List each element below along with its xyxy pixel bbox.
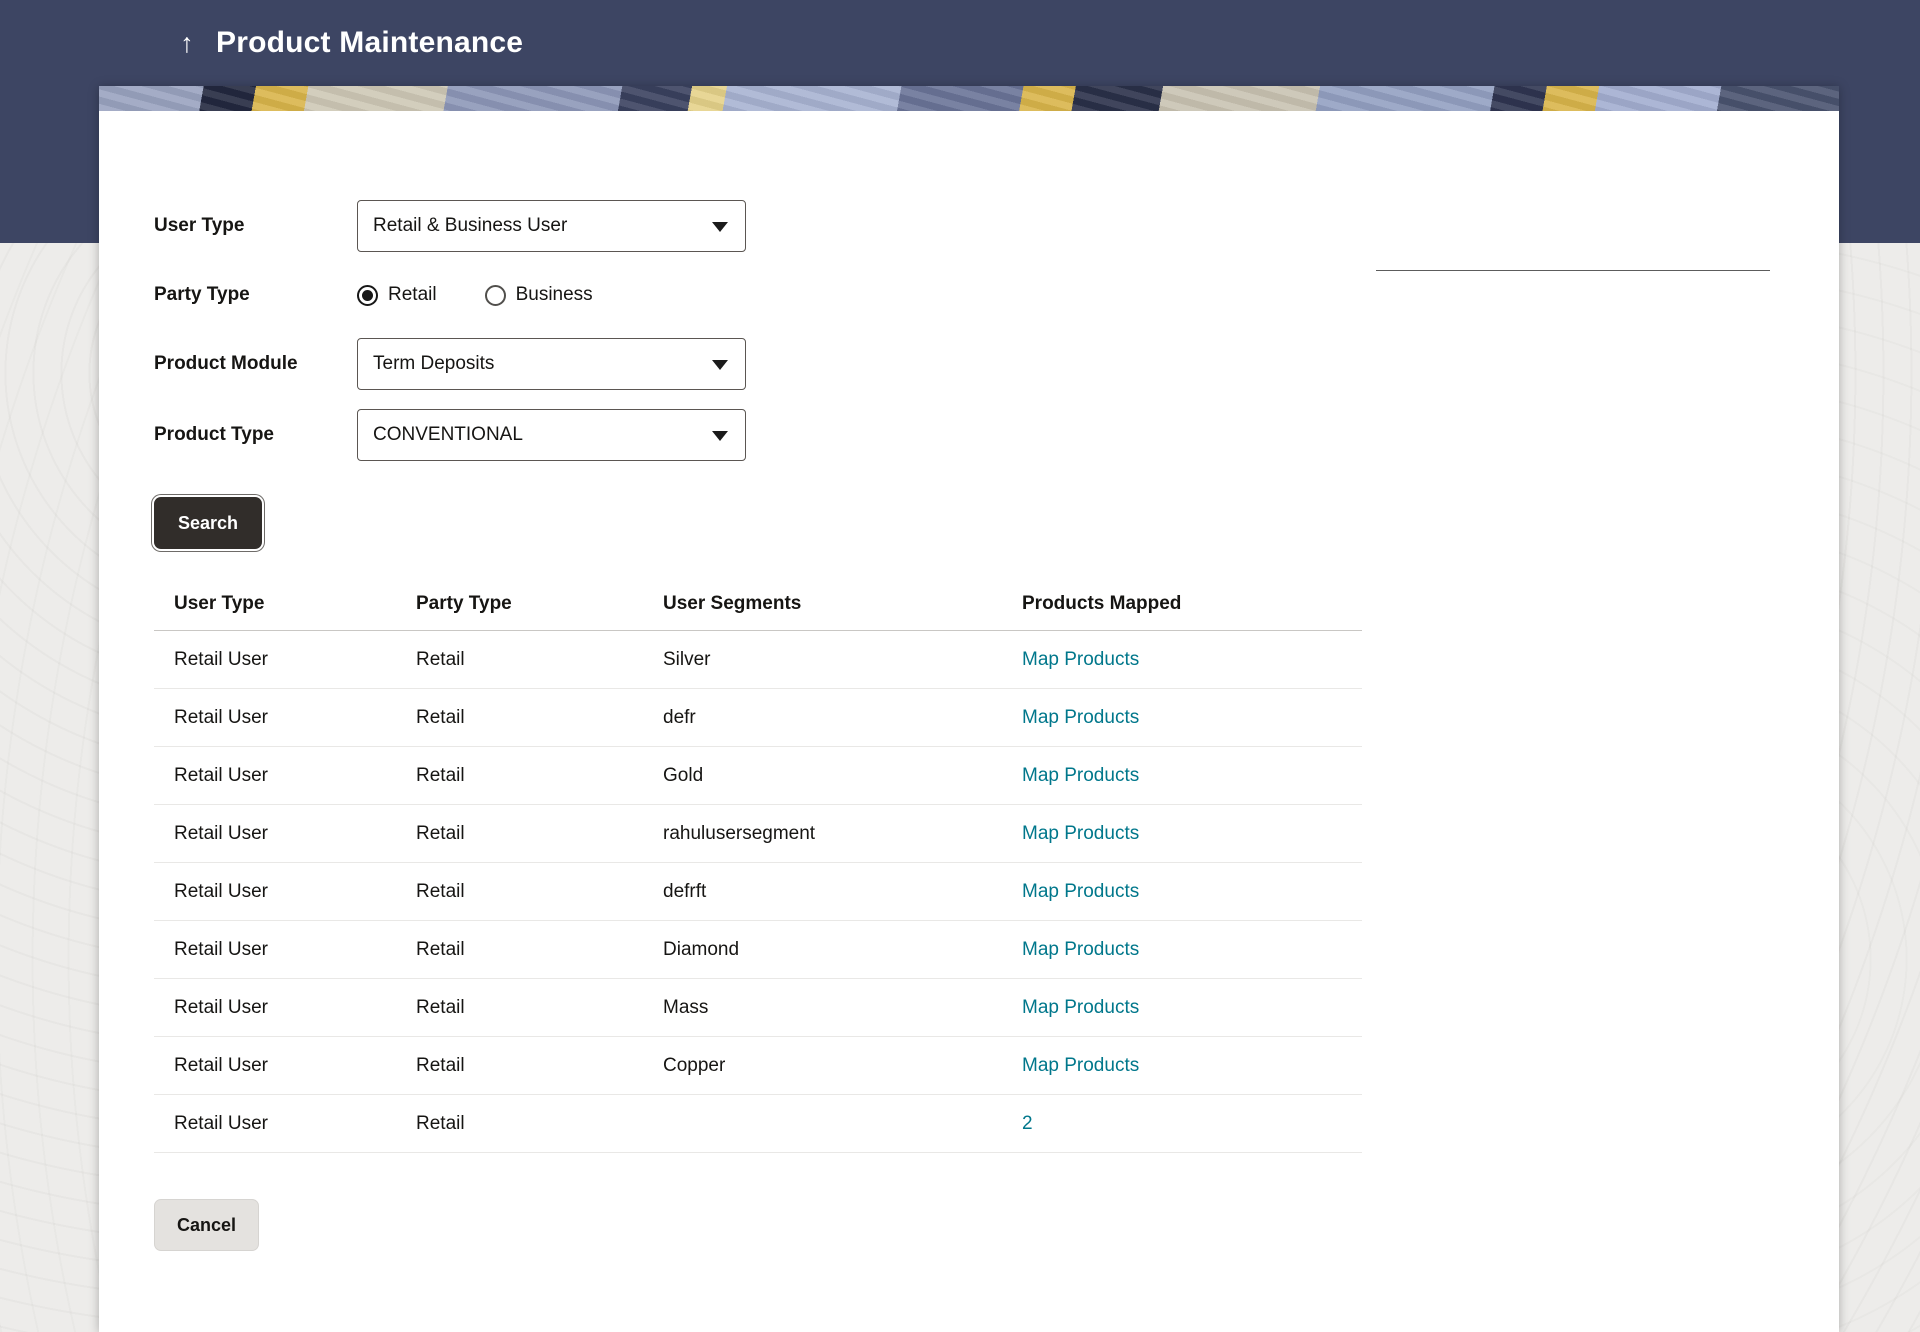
product-type-select[interactable]: CONVENTIONAL: [357, 409, 746, 461]
map-products-link[interactable]: Map Products: [1022, 823, 1362, 845]
radio-selected-icon[interactable]: [357, 285, 378, 306]
map-products-link[interactable]: Map Products: [1022, 1055, 1362, 1077]
product-module-label: Product Module: [154, 353, 357, 375]
column-header-user-segments: User Segments: [663, 593, 1022, 615]
map-products-link[interactable]: Map Products: [1022, 881, 1362, 903]
table-row: Retail User Retail rahulusersegment Map …: [154, 805, 1362, 863]
cell-party-type: Retail: [416, 939, 663, 961]
cell-user-type: Retail User: [174, 823, 416, 845]
party-type-label: Party Type: [154, 284, 357, 306]
product-module-value: Term Deposits: [373, 353, 494, 375]
cell-user-segment: Diamond: [663, 939, 1022, 961]
table-header-row: User Type Party Type User Segments Produ…: [154, 577, 1362, 631]
map-products-link[interactable]: Map Products: [1022, 649, 1362, 671]
cell-party-type: Retail: [416, 1113, 663, 1135]
cell-party-type: Retail: [416, 997, 663, 1019]
party-type-row: Party Type Retail Business: [154, 269, 1839, 321]
cell-user-type: Retail User: [174, 997, 416, 1019]
cell-party-type: Retail: [416, 1055, 663, 1077]
table-row: Retail User Retail defr Map Products: [154, 689, 1362, 747]
map-products-link[interactable]: Map Products: [1022, 707, 1362, 729]
search-button[interactable]: Search: [154, 497, 262, 549]
chevron-down-icon: [712, 431, 728, 441]
product-type-row: Product Type CONVENTIONAL: [154, 409, 1839, 461]
cell-user-type: Retail User: [174, 765, 416, 787]
radio-business-label: Business: [516, 284, 593, 306]
table-row: Retail User Retail Mass Map Products: [154, 979, 1362, 1037]
chevron-down-icon: [712, 222, 728, 232]
cell-user-type: Retail User: [174, 881, 416, 903]
user-type-label: User Type: [154, 215, 357, 237]
cancel-button[interactable]: Cancel: [154, 1199, 259, 1251]
cell-user-type: Retail User: [174, 1055, 416, 1077]
cell-party-type: Retail: [416, 649, 663, 671]
cell-user-segment: defr: [663, 707, 1022, 729]
map-products-link[interactable]: Map Products: [1022, 997, 1362, 1019]
cell-user-segment: rahulusersegment: [663, 823, 1022, 845]
radio-option-retail[interactable]: Retail: [357, 284, 437, 306]
product-type-value: CONVENTIONAL: [373, 424, 523, 446]
column-header-products-mapped: Products Mapped: [1022, 593, 1362, 615]
table-row: Retail User Retail 2: [154, 1095, 1362, 1153]
party-type-radio-group: Retail Business: [357, 269, 641, 321]
product-module-row: Product Module Term Deposits: [154, 338, 1839, 390]
cell-user-type: Retail User: [174, 939, 416, 961]
cell-user-segment: Silver: [663, 649, 1022, 671]
results-table: User Type Party Type User Segments Produ…: [154, 577, 1362, 1153]
map-products-link[interactable]: Map Products: [1022, 939, 1362, 961]
cell-user-segment: Mass: [663, 997, 1022, 1019]
cell-party-type: Retail: [416, 823, 663, 845]
cell-party-type: Retail: [416, 881, 663, 903]
cell-party-type: Retail: [416, 707, 663, 729]
radio-unselected-icon[interactable]: [485, 285, 506, 306]
titlebar: ↑ Product Maintenance: [0, 0, 1920, 86]
user-type-value: Retail & Business User: [373, 215, 567, 237]
decorative-banner-strip: [99, 86, 1839, 111]
cell-party-type: Retail: [416, 765, 663, 787]
radio-option-business[interactable]: Business: [485, 284, 593, 306]
up-arrow-icon[interactable]: ↑: [170, 30, 204, 57]
radio-retail-label: Retail: [388, 284, 437, 306]
product-module-select[interactable]: Term Deposits: [357, 338, 746, 390]
page-title: Product Maintenance: [216, 26, 523, 60]
table-row: Retail User Retail defrft Map Products: [154, 863, 1362, 921]
cell-user-segment: Gold: [663, 765, 1022, 787]
card-body: User Type Retail & Business User Party T…: [99, 200, 1839, 1251]
cell-user-type: Retail User: [174, 707, 416, 729]
content-card: User Type Retail & Business User Party T…: [99, 86, 1839, 1332]
table-row: Retail User Retail Copper Map Products: [154, 1037, 1362, 1095]
cell-user-type: Retail User: [174, 649, 416, 671]
side-panel-divider: [1376, 270, 1770, 271]
map-products-link[interactable]: Map Products: [1022, 765, 1362, 787]
user-type-select[interactable]: Retail & Business User: [357, 200, 746, 252]
chevron-down-icon: [712, 360, 728, 370]
column-header-party-type: Party Type: [416, 593, 663, 615]
cell-user-segment: Copper: [663, 1055, 1022, 1077]
cell-user-segment: defrft: [663, 881, 1022, 903]
product-type-label: Product Type: [154, 424, 357, 446]
column-header-user-type: User Type: [174, 593, 416, 615]
user-type-row: User Type Retail & Business User: [154, 200, 1839, 252]
table-row: Retail User Retail Diamond Map Products: [154, 921, 1362, 979]
products-count-link[interactable]: 2: [1022, 1113, 1362, 1135]
table-row: Retail User Retail Gold Map Products: [154, 747, 1362, 805]
cell-user-type: Retail User: [174, 1113, 416, 1135]
table-row: Retail User Retail Silver Map Products: [154, 631, 1362, 689]
